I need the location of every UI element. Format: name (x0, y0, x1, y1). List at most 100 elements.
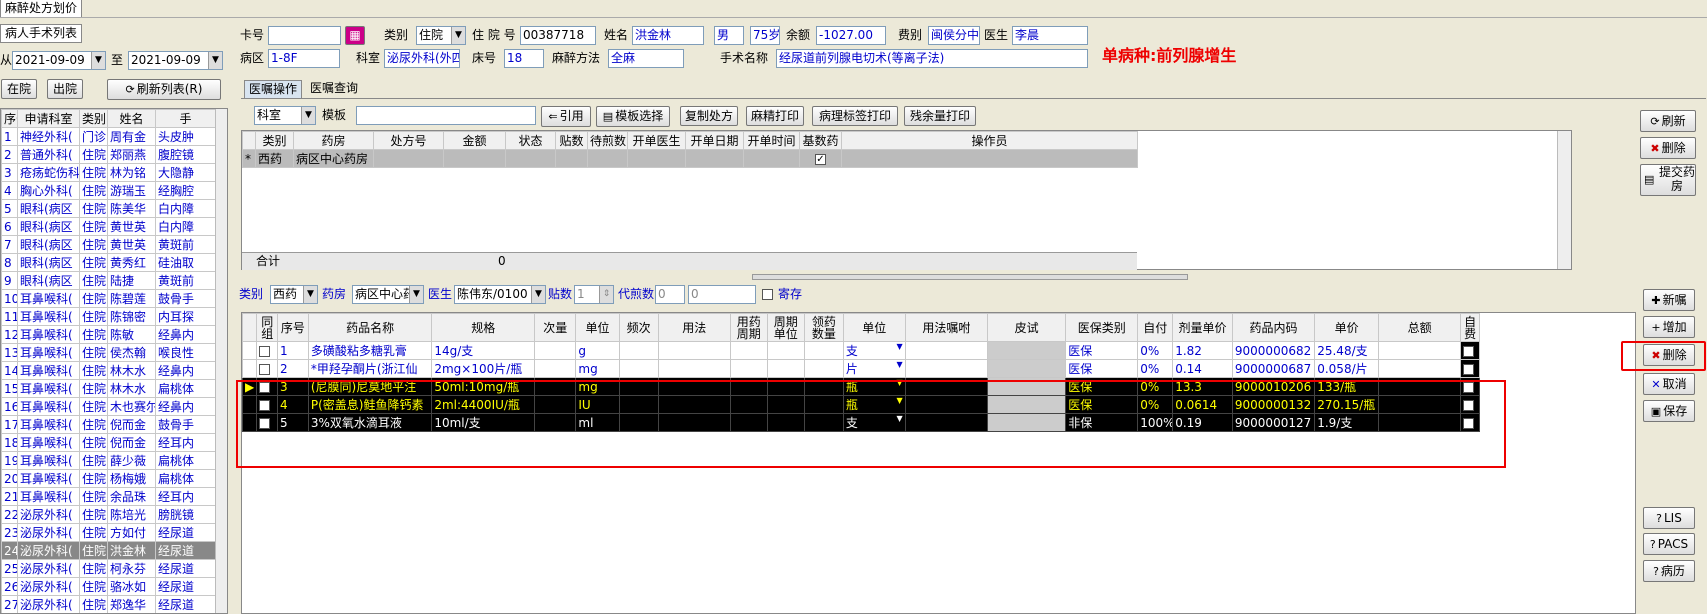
remain-print-button[interactable]: 残余量打印 (904, 106, 976, 126)
date-to-field[interactable]: 2021-09-09 ▼ (128, 51, 223, 70)
patient-row[interactable]: 24泌尿外科(住院洪金林经尿道 (1, 541, 216, 560)
group-cell[interactable] (256, 341, 278, 360)
patient-row[interactable]: 14耳鼻喉科(住院林木水经鼻内 (1, 361, 216, 380)
drug-column-header[interactable]: 总额 (1378, 313, 1462, 342)
rx-column-header[interactable]: 待煎数 (587, 131, 628, 150)
patient-row[interactable]: 18耳鼻喉科(住院倪而金经耳内 (1, 433, 216, 452)
patient-row[interactable]: 5 眼科(病区 住院 陈美华 白内障 (1, 199, 216, 218)
rx-column-header[interactable]: 开单时间 (743, 131, 800, 150)
lis-button[interactable]: ? LIS (1643, 507, 1695, 529)
patient-row[interactable]: 25泌尿外科(住院柯永芬经尿道 (1, 559, 216, 578)
column-header[interactable]: 姓名 (107, 109, 156, 128)
tab-patient-list[interactable]: 病人手术列表 (0, 24, 83, 43)
rx-column-header[interactable]: 操作员 (841, 131, 1138, 150)
drug-column-header[interactable]: 周期单位 (766, 313, 805, 342)
drug-row[interactable]: 2 *甲羟孕酮片(浙江仙 2mg×100片/瓶 mg 片 ▼ 医保 0% 0.14 9000000… (241, 359, 1480, 378)
drug-column-header[interactable]: 序号 (276, 313, 309, 342)
template-input[interactable] (356, 106, 536, 125)
dept-select[interactable]: 科室 ▼ (254, 106, 316, 125)
new-order-button[interactable]: ✚ 新嘱 (1643, 289, 1695, 311)
rx-column-header[interactable]: 开单医生 (627, 131, 686, 150)
delete-rx-button[interactable]: ✖ 删除 (1640, 137, 1696, 159)
self-fee-checkbox[interactable] (1463, 363, 1475, 375)
type-select[interactable]: 住院 ▼ (416, 26, 466, 45)
tab-order-operation[interactable]: 医嘱操作 (244, 80, 303, 99)
drug-column-header[interactable]: 用法 (657, 313, 731, 342)
detail-doctor-select[interactable]: 陈伟东/0100 ▼ (454, 285, 546, 304)
rx-column-header[interactable]: 类别 (255, 131, 294, 150)
drug-column-header[interactable]: 自费 (1460, 313, 1480, 342)
drug-column-header[interactable]: 用药周期 (729, 313, 768, 342)
add-button[interactable]: + 增加 (1643, 316, 1695, 338)
patient-row[interactable]: 22泌尿外科(住院陈培光膀胱镜 (1, 505, 216, 524)
patient-row[interactable]: 15耳鼻喉科(住院林木水扁桃体 (1, 379, 216, 398)
drug-column-header[interactable]: 药品名称 (307, 313, 433, 342)
drug-column-header[interactable]: 剂量单价 (1172, 313, 1233, 342)
tab-order-query[interactable]: 医嘱查询 (310, 79, 358, 98)
rx-column-header[interactable]: 开单日期 (685, 131, 744, 150)
drug-column-header[interactable]: 单位 (575, 313, 620, 342)
drug-column-header[interactable]: 单价 (1314, 313, 1380, 342)
group-checkbox[interactable] (259, 345, 271, 357)
patient-row[interactable]: 6 眼科(病区 住院 黄世英 白内障 (1, 217, 216, 236)
rx-column-header[interactable]: 金额 (443, 131, 506, 150)
patient-row[interactable]: 16耳鼻喉科(住院木也赛尔经鼻内 (1, 397, 216, 416)
patient-row[interactable]: 21耳鼻喉科(住院余品珠经耳内 (1, 487, 216, 506)
card-reader-icon[interactable]: ▦ (345, 26, 365, 45)
history-button[interactable]: ? 病历 (1643, 560, 1695, 582)
copy-rx-button[interactable]: 复制处方 (680, 106, 738, 126)
template-select-button[interactable]: ▤ 模板选择 (596, 106, 670, 127)
drug-column-header[interactable]: 药品内码 (1231, 313, 1316, 342)
doses-stepper[interactable]: 1 ⇕ (574, 285, 614, 304)
column-header[interactable]: 手 (155, 109, 216, 128)
inpatient-field[interactable]: 00387718 (520, 26, 596, 45)
decoct-field-2[interactable]: 0 (688, 285, 756, 304)
checked-checkbox[interactable]: ✓ (815, 153, 826, 165)
patient-row[interactable]: 23泌尿外科(住院方如付经尿道 (1, 523, 216, 542)
cite-button[interactable]: ⇐ 引用 (541, 106, 591, 127)
rx-column-header[interactable]: 贴数 (555, 131, 588, 150)
drug-column-header[interactable]: 领药数量 (803, 313, 844, 342)
drug-column-header[interactable]: 医保类别 (1065, 313, 1139, 342)
rx-column-header[interactable]: 基数药 (799, 131, 842, 150)
rx-row[interactable]: * 西药 病区中心药房 ✓ (242, 149, 1138, 168)
drug-column-header[interactable]: 规格 (431, 313, 536, 342)
patient-row[interactable]: 19耳鼻喉科(住院薛少薇扁桃体 (1, 451, 216, 470)
patient-row[interactable]: 20耳鼻喉科(住院杨梅娥扁桃体 (1, 469, 216, 488)
drug-column-header[interactable]: 次量 (534, 313, 577, 342)
refresh-list-button[interactable]: ⟳ 刷新列表(R) (107, 79, 221, 100)
drug-row[interactable]: 1 多磺酸粘多糖乳膏 14g/支 g 支 ▼ 医保 0% 1.82 9000000682 25.48… (241, 341, 1480, 360)
drug-column-header[interactable]: 用法嘱咐 (904, 313, 988, 342)
drug-column-header[interactable]: 皮试 (986, 313, 1067, 342)
rx-column-header[interactable]: 处方号 (373, 131, 444, 150)
rx-column-header[interactable]: 药房 (293, 131, 374, 150)
dose-cell[interactable] (534, 341, 577, 360)
patient-row[interactable]: 11耳鼻喉科(住院陈锦密内耳探 (1, 307, 216, 326)
unit2-cell[interactable]: 支 ▼ (842, 341, 906, 360)
drug-column-header[interactable]: 单位 (842, 313, 906, 342)
detail-type-select[interactable]: 西药 ▼ (270, 285, 318, 304)
patient-row[interactable]: 10耳鼻喉科(住院陈碧莲鼓骨手 (1, 289, 216, 308)
drug-column-header[interactable]: 同组 (256, 313, 278, 342)
usage-cell[interactable] (657, 341, 731, 360)
freq-cell[interactable] (618, 359, 659, 378)
patient-row[interactable]: 4 胸心外科(住院 游瑞玉 经胸腔 (1, 181, 216, 200)
patient-row[interactable]: 26泌尿外科(住院骆冰如经尿道 (1, 577, 216, 596)
label-print-button[interactable]: 病理标签打印 (812, 106, 898, 126)
pacs-button[interactable]: ? PACS (1643, 533, 1695, 555)
decoct-field[interactable]: 0 (655, 285, 685, 304)
freq-cell[interactable] (618, 341, 659, 360)
column-header[interactable]: 序号 (1, 109, 18, 128)
anes-print-button[interactable]: 麻精打印 (746, 106, 804, 126)
patient-row[interactable]: 8 眼科(病区 住院 黄秀红 硅油取 (1, 253, 216, 272)
inpatient-button[interactable]: 在院 (1, 79, 37, 99)
patient-row[interactable]: 2 普通外科(住院 郑丽燕 腹腔镜 (1, 145, 216, 164)
cancel-button[interactable]: ✕ 取消 (1643, 373, 1695, 395)
self-fee-cell[interactable] (1460, 359, 1480, 378)
pharmacy-select[interactable]: 病区中心药 ▼ (352, 285, 424, 304)
discharged-button[interactable]: 出院 (47, 79, 83, 99)
patient-row[interactable]: 3 疮疡蛇伤科 住院 林为铭 大隐静 (1, 163, 216, 182)
drug-column-header[interactable]: 频次 (618, 313, 659, 342)
patient-row[interactable]: 12耳鼻喉科(住院陈敏经鼻内 (1, 325, 216, 344)
patient-row[interactable]: 17耳鼻喉科(住院倪而金鼓骨手 (1, 415, 216, 434)
